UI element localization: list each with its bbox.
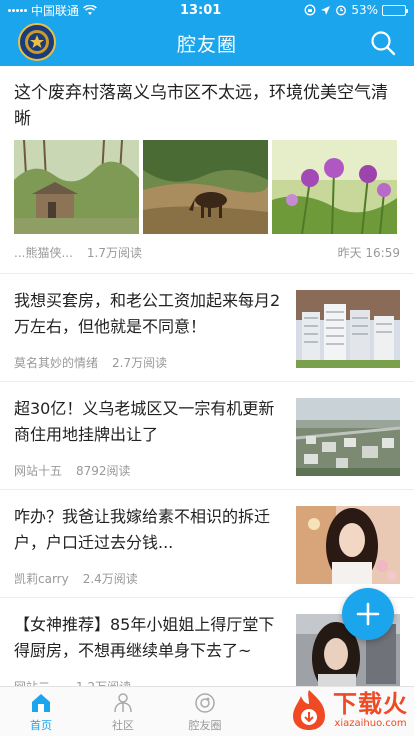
thumbnail-old-stone-house[interactable] xyxy=(14,140,139,234)
thumbnail-city-aerial-view[interactable] xyxy=(296,398,400,476)
watermark-url: xiazaihuo.com xyxy=(334,718,407,729)
article-meta: 网站十五 8792阅读 xyxy=(14,462,286,479)
article-author[interactable]: ...熊猫侠... xyxy=(14,244,73,261)
location-icon xyxy=(321,5,331,15)
article-author[interactable]: 网站二一 xyxy=(14,678,62,686)
article-author[interactable]: 凯莉carry xyxy=(14,570,69,587)
page-title: 腔友圈 xyxy=(176,33,237,56)
article-headline[interactable]: 超30亿！义乌老城区又一宗有机更新商住用地挂牌出让了 xyxy=(14,396,286,448)
status-time: 13:01 xyxy=(179,2,222,18)
battery-icon xyxy=(381,4,408,16)
thumbnail-woman-portrait[interactable] xyxy=(296,506,400,584)
wifi-icon xyxy=(83,4,97,15)
tab-home[interactable]: 首页 xyxy=(0,687,82,736)
watermark: 下载火 xiazaihuo.com xyxy=(289,688,408,732)
police-badge-logo[interactable] xyxy=(18,23,56,61)
badge-emblem-icon xyxy=(25,30,49,54)
tab-label: 社区 xyxy=(112,718,134,732)
signal-icon xyxy=(8,8,27,12)
image-row xyxy=(14,140,400,234)
article-headline[interactable]: 咋办？我爸让我嫁给素不相识的拆迁户，户口迁过去分钱... xyxy=(14,504,286,556)
article-time: 昨天 16:59 xyxy=(337,246,400,260)
plus-icon xyxy=(356,602,380,626)
rotation-lock-icon xyxy=(304,4,316,16)
article-headline[interactable]: 我想买套房，和老公工资加起来每月2万左右，但他就是不同意！ xyxy=(14,288,286,340)
article-meta: 凯莉carry 2.4万阅读 xyxy=(14,570,286,587)
app-header: 腔友圈 xyxy=(0,20,414,66)
top-bar: 中国联通 13:01 53% 腔友圈 xyxy=(0,0,414,66)
article-reads: 2.7万阅读 xyxy=(112,356,168,370)
tab-label: 首页 xyxy=(30,718,52,732)
article-meta: 莫名其妙的情绪 2.7万阅读 xyxy=(14,354,286,371)
article-headline[interactable]: 【女神推荐】85年小姐姐上得厅堂下得厨房，不想再继续单身下去了~ xyxy=(14,612,286,664)
article-author[interactable]: 莫名其妙的情绪 xyxy=(14,354,98,371)
feed-item[interactable]: 咋办？我爸让我嫁给素不相识的拆迁户，户口迁过去分钱... 凯莉carry 2.4… xyxy=(0,490,414,598)
home-icon xyxy=(32,693,50,712)
watermark-title: 下载火 xyxy=(333,690,408,718)
tab-circle[interactable]: 腔友圈 xyxy=(164,687,246,736)
battery-percent: 53% xyxy=(351,3,378,17)
article-reads: 8792阅读 xyxy=(76,464,131,478)
feed-item[interactable]: 这个废弃村落离义乌市区不太远，环境优美空气清晰 ...熊猫侠... 1.7万阅读… xyxy=(0,66,414,274)
article-reads: 1.7万阅读 xyxy=(86,246,142,260)
article-author[interactable]: 网站十五 xyxy=(14,462,62,479)
flame-logo-icon xyxy=(293,690,325,730)
alarm-icon xyxy=(336,5,347,16)
tab-community[interactable]: 社区 xyxy=(82,687,164,736)
article-reads: 2.4万阅读 xyxy=(82,572,138,586)
feed-item[interactable]: 我想买套房，和老公工资加起来每月2万左右，但他就是不同意！ 莫名其妙的情绪 2.… xyxy=(0,274,414,382)
search-icon[interactable] xyxy=(370,30,396,56)
thumbnail-apartment-buildings[interactable] xyxy=(296,290,400,368)
carrier-label: 中国联通 xyxy=(31,3,80,18)
add-post-button[interactable] xyxy=(342,588,394,640)
article-headline[interactable]: 这个废弃村落离义乌市区不太远，环境优美空气清晰 xyxy=(14,80,400,132)
article-meta: 网站二一 1.2万阅读 xyxy=(14,678,286,686)
circle-icon xyxy=(195,692,215,713)
status-bar: 中国联通 13:01 53% xyxy=(0,0,414,20)
thumbnail-purple-flowers[interactable] xyxy=(272,140,397,234)
community-icon xyxy=(114,692,132,712)
thumbnail-horse-on-hillside[interactable] xyxy=(143,140,268,234)
feed-item[interactable]: 超30亿！义乌老城区又一宗有机更新商住用地挂牌出让了 网站十五 8792阅读 xyxy=(0,382,414,490)
article-meta: ...熊猫侠... 1.7万阅读 昨天 16:59 xyxy=(14,244,400,261)
article-reads: 1.2万阅读 xyxy=(76,678,131,686)
tab-label: 腔友圈 xyxy=(188,718,222,732)
